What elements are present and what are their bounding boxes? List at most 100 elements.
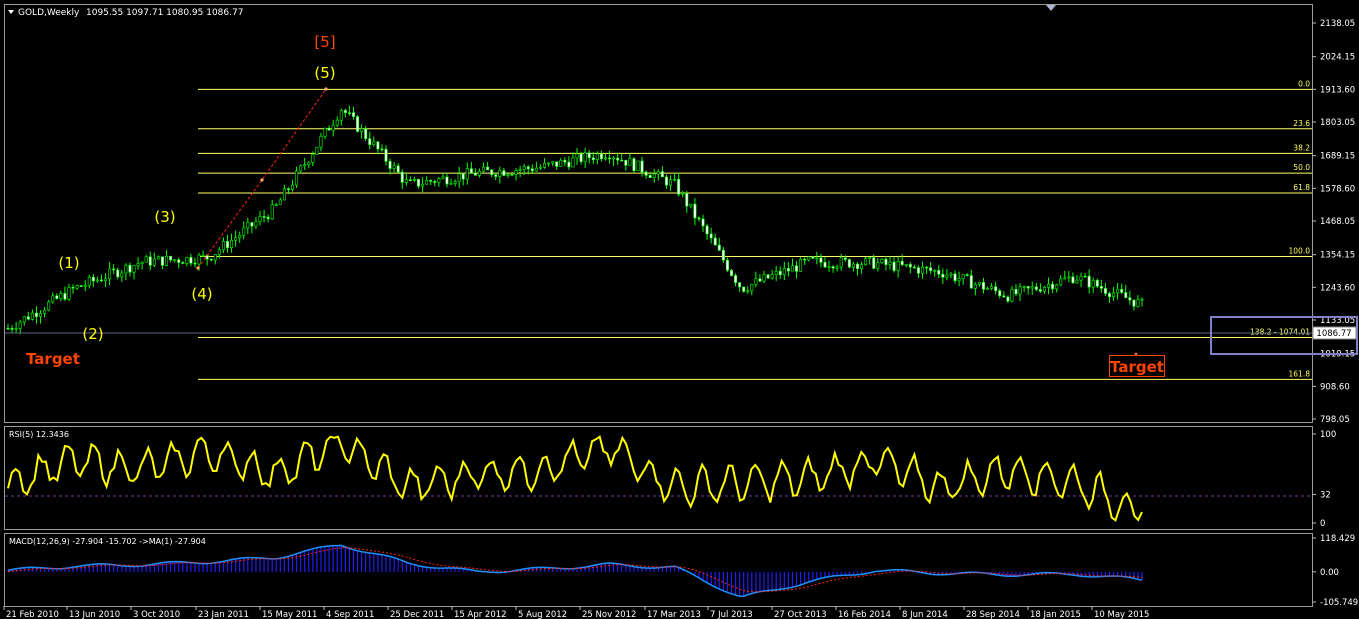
- candle-body: [689, 203, 693, 207]
- wave-label-5: (5): [314, 64, 335, 82]
- candle-body: [855, 263, 859, 270]
- candle-body: [282, 188, 286, 201]
- candle-body: [685, 193, 689, 207]
- candle-body: [795, 265, 799, 272]
- price-tick-label: 2024.15: [1320, 53, 1355, 63]
- price-tick-label: 1578.60: [1320, 184, 1355, 194]
- fib-level-label: 23.6: [1293, 119, 1310, 128]
- candle-body: [750, 283, 754, 292]
- candle-body: [181, 262, 185, 264]
- gold-chart[interactable]: GOLD,Weekly 1095.55 1097.71 1080.95 1086…: [0, 0, 1359, 619]
- candle-body: [717, 244, 721, 251]
- wave-point: [260, 178, 264, 182]
- candle-body: [71, 286, 75, 289]
- candle-body: [624, 159, 628, 166]
- candle-body: [1022, 286, 1026, 288]
- candle-body: [14, 328, 18, 330]
- candle-body: [270, 204, 274, 220]
- candle-body: [994, 286, 998, 291]
- candle-body: [185, 257, 189, 264]
- candle-body: [693, 203, 697, 219]
- candle-body: [953, 273, 957, 281]
- candle-body: [193, 262, 197, 265]
- candle-body: [469, 168, 473, 174]
- candle-body: [246, 222, 250, 229]
- candle-body: [258, 216, 262, 223]
- candle-body: [230, 239, 234, 248]
- macd-tick-label: 0.00: [1320, 568, 1339, 578]
- candle-body: [912, 266, 916, 269]
- candle-body: [851, 263, 855, 268]
- candle-body: [148, 256, 152, 266]
- rsi-tick-label: 0: [1320, 519, 1325, 529]
- candle-body: [250, 222, 254, 227]
- candle-body: [945, 274, 949, 278]
- time-tick-label: 27 Oct 2013: [774, 610, 827, 619]
- price-tick-label: 798.05: [1320, 415, 1350, 425]
- fib-level-label: 61.8: [1293, 183, 1310, 192]
- price-tick-label: 1468.05: [1320, 217, 1355, 227]
- candle-body: [286, 188, 290, 191]
- time-tick-label: 4 Sep 2011: [326, 610, 374, 619]
- candle-body: [1107, 293, 1111, 297]
- candle-body: [884, 258, 888, 265]
- candle-body: [104, 278, 108, 282]
- fib-level-label: 138.2 - 1074.01: [1250, 327, 1310, 336]
- candle-body: [364, 128, 368, 139]
- candle-body: [1059, 278, 1063, 286]
- candle-body: [1018, 286, 1022, 295]
- candle-body: [721, 249, 725, 261]
- candle-body: [384, 148, 388, 162]
- wave-label-4: (4): [191, 285, 212, 303]
- candle-body: [929, 267, 933, 271]
- candle-body: [847, 259, 851, 268]
- candle-body: [1042, 286, 1046, 292]
- candle-body: [473, 172, 477, 176]
- fib-level-label: 161.8: [1289, 369, 1311, 378]
- candle-body: [770, 274, 774, 279]
- candle-body: [547, 162, 551, 165]
- candle-body: [120, 272, 124, 278]
- target-label-left: Target: [26, 350, 80, 368]
- candle-body: [713, 237, 717, 246]
- candle-body: [530, 168, 534, 172]
- candle-body: [47, 301, 51, 311]
- wave-label-major-5: [5]: [314, 33, 335, 51]
- candle-body: [969, 275, 973, 289]
- candle-body: [1116, 288, 1120, 294]
- candle-body: [534, 167, 538, 172]
- candle-body: [1063, 277, 1067, 280]
- candle-body: [376, 141, 380, 150]
- candle-body: [91, 276, 95, 282]
- price-tick-label: 1354.15: [1320, 251, 1355, 261]
- candle-body: [778, 270, 782, 276]
- candle-body: [746, 290, 750, 293]
- candle-body: [266, 216, 270, 220]
- time-tick-label: 25 Dec 2011: [390, 610, 444, 619]
- macd-label: MACD(12,26,9) -27.904 -15.702 ->MA(1) -2…: [9, 537, 206, 546]
- candle-body: [774, 270, 778, 275]
- candle-body: [75, 285, 79, 289]
- candle-body: [612, 157, 616, 160]
- candle-body: [449, 182, 453, 185]
- candle-body: [99, 279, 103, 282]
- candle-body: [441, 176, 445, 180]
- candle-body: [925, 266, 929, 269]
- candle-body: [896, 260, 900, 271]
- candle-body: [136, 263, 140, 266]
- candle-body: [303, 164, 307, 167]
- candle-body: [453, 181, 457, 184]
- time-tick-label: 17 Mar 2013: [647, 610, 701, 619]
- candle-body: [831, 266, 835, 269]
- candle-body: [457, 173, 461, 182]
- candle-body: [213, 254, 217, 261]
- candle-body: [551, 161, 555, 164]
- candle-body: [518, 169, 522, 171]
- candle-body: [904, 264, 908, 266]
- candle-body: [839, 257, 843, 268]
- candle-body: [559, 160, 563, 167]
- candle-body: [868, 257, 872, 259]
- candle-body: [1132, 299, 1136, 307]
- candle-body: [404, 179, 408, 183]
- candle-body: [1091, 279, 1095, 288]
